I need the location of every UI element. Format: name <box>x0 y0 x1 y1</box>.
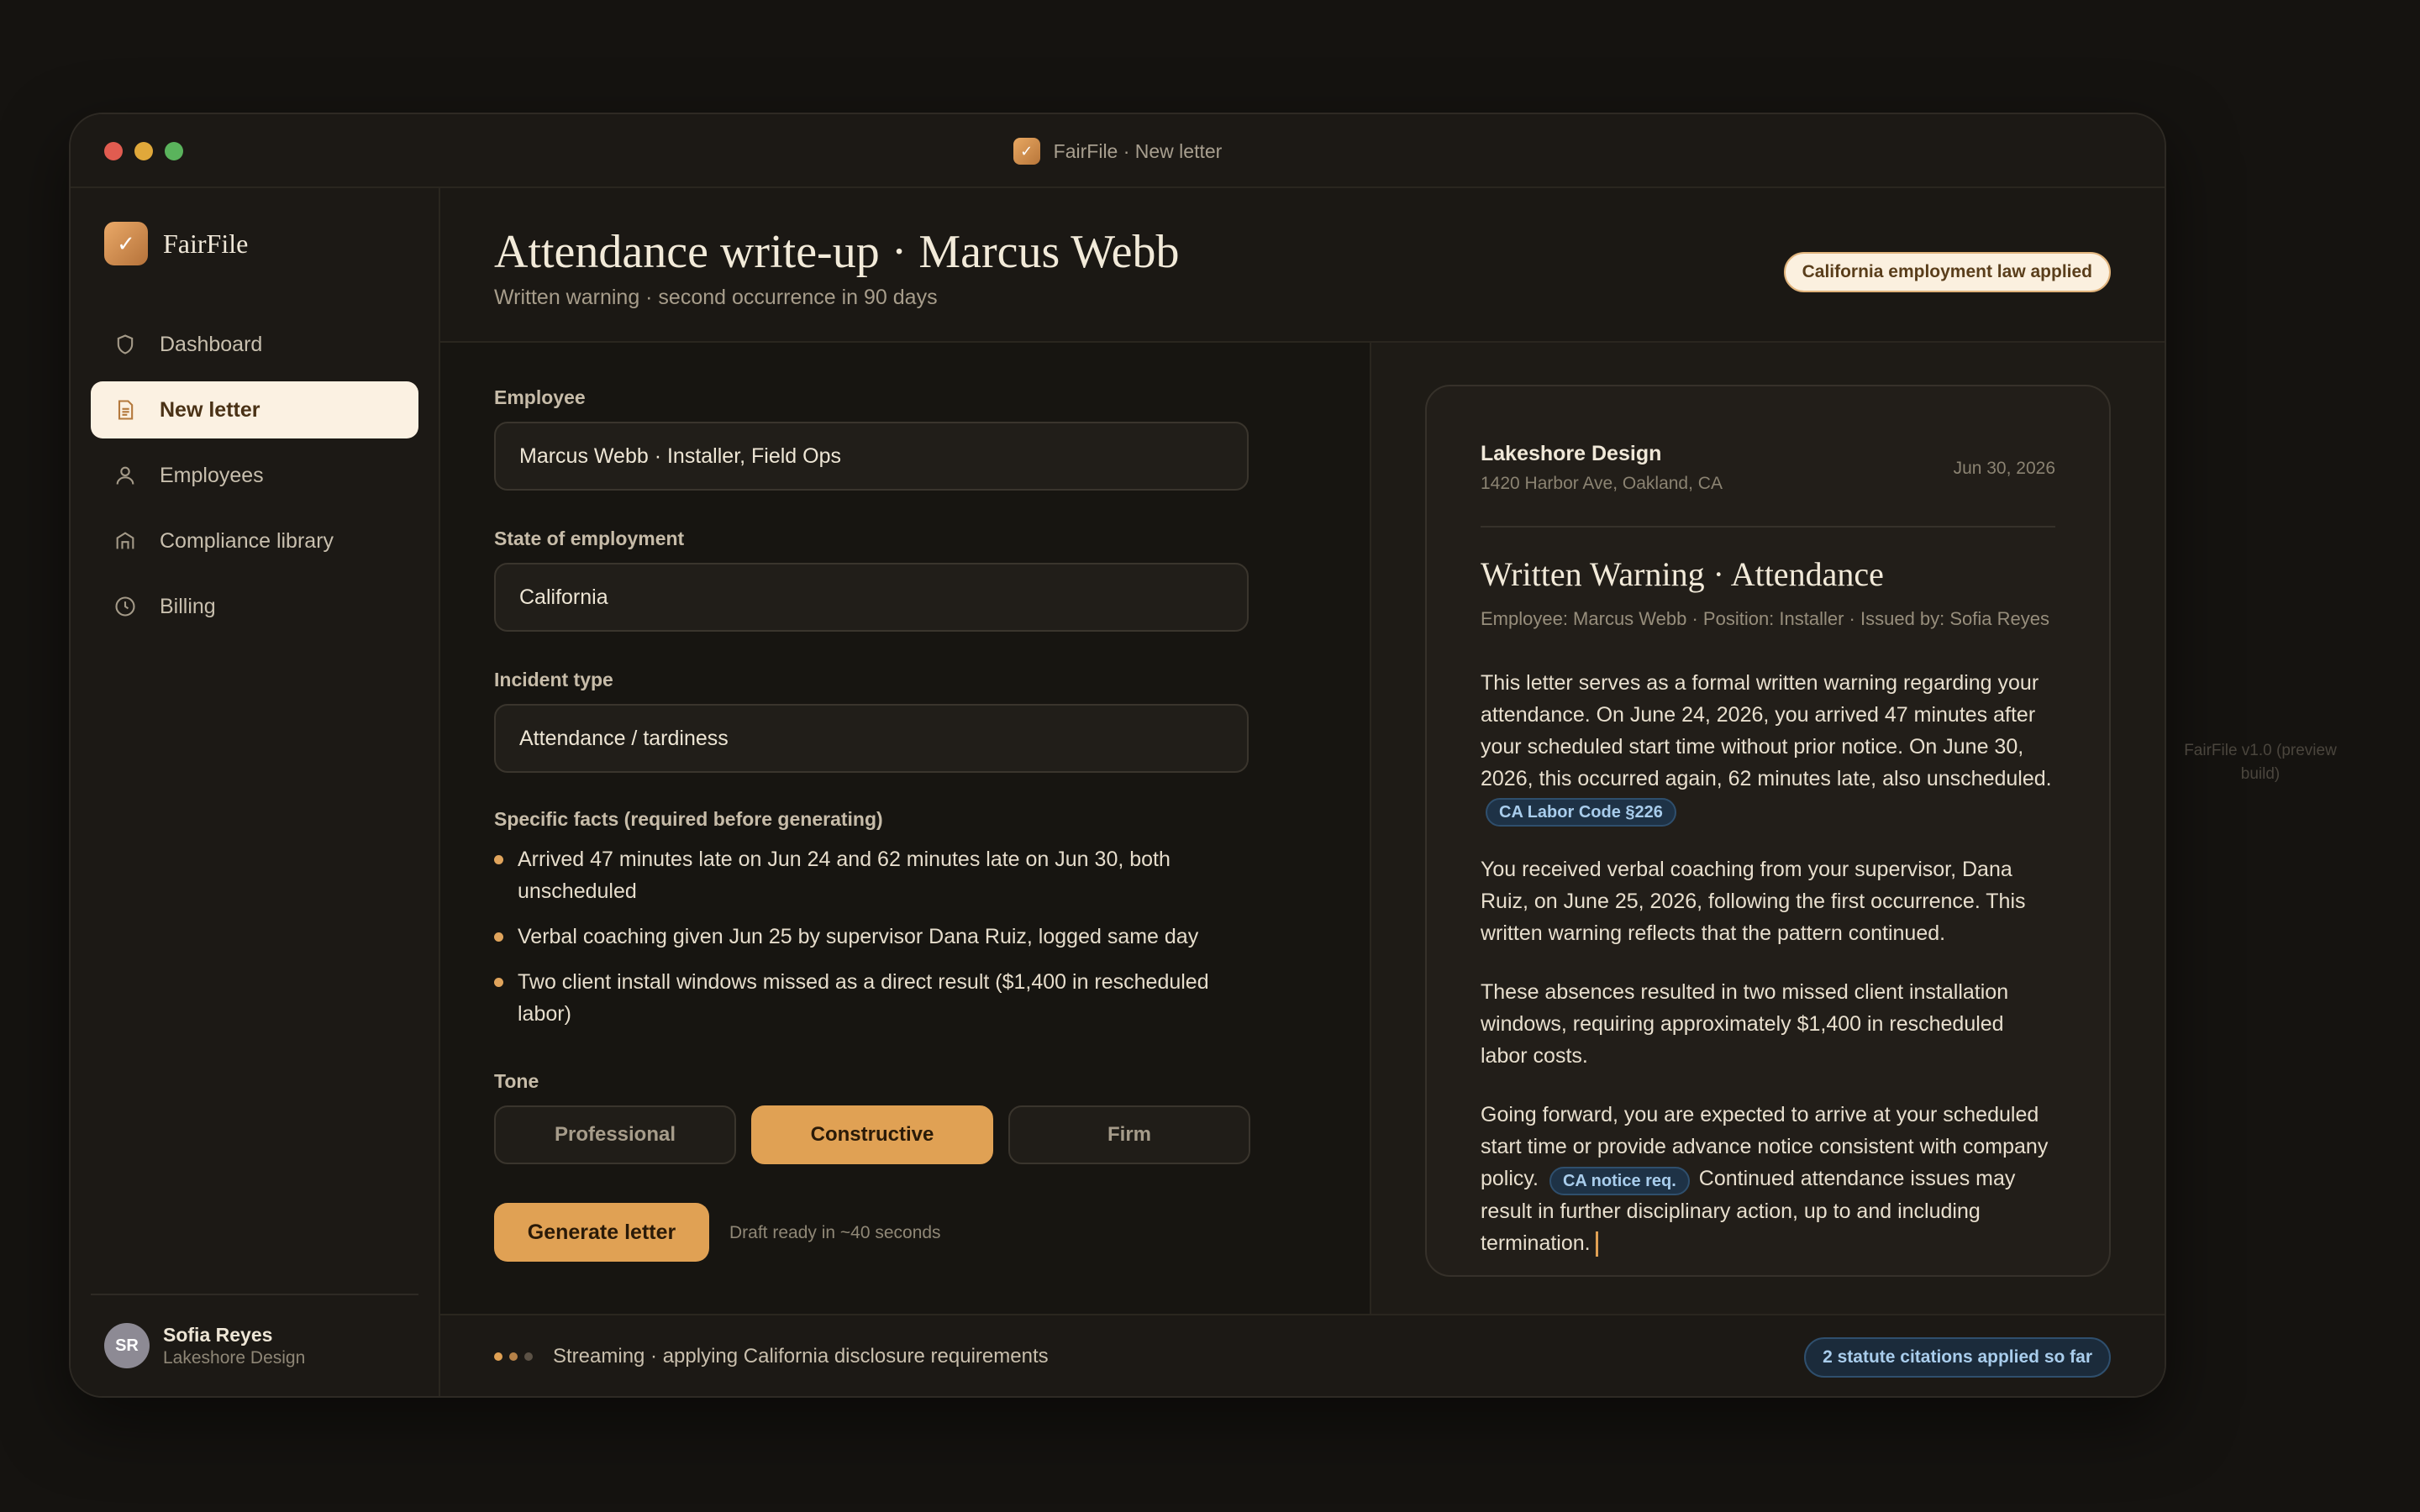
state-label: State of employment <box>494 528 685 549</box>
bullet-icon <box>494 932 503 942</box>
brand-name: FairFile <box>163 228 249 259</box>
fact-item[interactable]: Two client install windows missed as a d… <box>494 966 1249 1030</box>
citation-chip[interactable]: CA notice req. <box>1549 1166 1690 1195</box>
employee-field[interactable]: Marcus Webb · Installer, Field Ops <box>494 422 1249 491</box>
streaming-indicator-icon <box>494 1352 533 1361</box>
tone-selector: Professional Constructive Firm <box>494 1105 1250 1164</box>
letter-meta: Employee: Marcus Webb · Position: Instal… <box>1481 608 2049 629</box>
text-cursor <box>1595 1231 1598 1257</box>
streaming-status: Streaming · applying California disclosu… <box>553 1345 1049 1368</box>
fact-item[interactable]: Arrived 47 minutes late on Jun 24 and 62… <box>494 843 1249 907</box>
brand[interactable]: ✓ FairFile <box>104 222 248 265</box>
law-applied-badge: California employment law applied <box>1783 252 2111 292</box>
generate-letter-button[interactable]: Generate letter <box>494 1203 709 1262</box>
status-bar: Streaming · applying California disclosu… <box>440 1314 2165 1396</box>
letter-address: 1420 Harbor Ave, Oakland, CA <box>1481 474 1723 493</box>
app-window: ✓ FairFile · New letter ✓ FairFile Dashb… <box>69 113 2166 1398</box>
fact-text: Two client install windows missed as a d… <box>518 970 1209 1026</box>
employee-label: Employee <box>494 386 586 408</box>
letter-paragraph: This letter serves as a formal written w… <box>1481 667 2055 827</box>
sidebar-item-compliance-library[interactable]: Compliance library <box>91 512 418 570</box>
letter-paragraph: These absences resulted in two missed cl… <box>1481 980 2009 1068</box>
app-logo-icon: ✓ <box>1013 138 1040 165</box>
shield-icon <box>113 332 138 357</box>
title-bar: ✓ FairFile · New letter <box>71 114 2165 188</box>
sidebar-nav: Dashboard New letter Employees Complianc… <box>91 316 418 643</box>
sidebar-item-billing[interactable]: Billing <box>91 578 418 635</box>
citation-chip[interactable]: CA Labor Code §226 <box>1486 798 1676 827</box>
page-subtitle: Written warning · second occurrence in 9… <box>494 286 938 309</box>
incident-label: Incident type <box>494 669 613 690</box>
user-org: Lakeshore Design <box>163 1347 306 1368</box>
tone-firm-button[interactable]: Firm <box>1008 1105 1250 1164</box>
sidebar-item-label: Billing <box>160 594 216 618</box>
fact-text: Arrived 47 minutes late on Jun 24 and 62… <box>518 848 1171 903</box>
tone-label: Tone <box>494 1070 539 1092</box>
letter-title: Written Warning · Attendance <box>1481 555 1884 593</box>
tone-constructive-button[interactable]: Constructive <box>751 1105 993 1164</box>
incident-field[interactable]: Attendance / tardiness <box>494 704 1249 773</box>
generate-note: Draft ready in ~40 seconds <box>729 1223 941 1242</box>
user-name: Sofia Reyes <box>163 1323 273 1346</box>
fact-text: Verbal coaching given Jun 25 by supervis… <box>518 925 1199 948</box>
window-title-text: FairFile · New letter <box>1053 139 1223 162</box>
page-title: Attendance write-up · Marcus Webb <box>494 226 1180 278</box>
document-icon <box>113 397 138 423</box>
sidebar: ✓ FairFile Dashboard New letter Employee… <box>71 188 440 1396</box>
version-label: FairFile v1.0 (preview build) <box>2184 742 2337 783</box>
letter-paragraph: Going forward, you are expected to arriv… <box>1481 1099 2055 1258</box>
letter-preview-pane: Lakeshore Design 1420 Harbor Ave, Oaklan… <box>1371 343 2165 1314</box>
sidebar-item-label: New letter <box>160 397 260 422</box>
citations-count-badge: 2 statute citations applied so far <box>1804 1337 2111 1378</box>
sidebar-item-label: Compliance library <box>160 528 334 553</box>
clock-icon <box>113 594 138 619</box>
fact-item[interactable]: Verbal coaching given Jun 25 by supervis… <box>494 921 1249 953</box>
sidebar-item-label: Employees <box>160 463 264 487</box>
library-icon <box>113 528 138 554</box>
brand-logo-icon: ✓ <box>104 222 148 265</box>
user-profile[interactable]: SR Sofia Reyes Lakeshore Design <box>91 1294 418 1396</box>
letter-text: This letter serves as a formal written w… <box>1481 671 2052 790</box>
sidebar-item-dashboard[interactable]: Dashboard <box>91 316 418 373</box>
letter-preview: Lakeshore Design 1420 Harbor Ave, Oaklan… <box>1425 385 2111 1277</box>
letter-paragraph: You received verbal coaching from your s… <box>1481 858 2026 946</box>
sidebar-item-label: Dashboard <box>160 332 263 356</box>
avatar: SR <box>104 1323 150 1368</box>
bullet-icon <box>494 978 503 987</box>
letter-date: Jun 30, 2026 <box>1953 459 2055 478</box>
tone-professional-button[interactable]: Professional <box>494 1105 736 1164</box>
page-header: Attendance write-up · Marcus Webb Writte… <box>440 188 2165 343</box>
letter-company: Lakeshore Design <box>1481 442 1662 465</box>
person-icon <box>113 463 138 488</box>
divider <box>1481 526 2055 528</box>
main-area: Attendance write-up · Marcus Webb Writte… <box>440 188 2165 1396</box>
letter-form: Employee Marcus Webb · Installer, Field … <box>440 343 1371 1314</box>
sidebar-item-new-letter[interactable]: New letter <box>91 381 418 438</box>
facts-list: Arrived 47 minutes late on Jun 24 and 62… <box>494 843 1249 1043</box>
state-field[interactable]: California <box>494 563 1249 632</box>
sidebar-item-employees[interactable]: Employees <box>91 447 418 504</box>
bullet-icon <box>494 855 503 864</box>
facts-label: Specific facts (required before generati… <box>494 808 883 830</box>
window-title: ✓ FairFile · New letter <box>71 114 2165 188</box>
letter-body: This letter serves as a formal written w… <box>1481 667 2055 1286</box>
